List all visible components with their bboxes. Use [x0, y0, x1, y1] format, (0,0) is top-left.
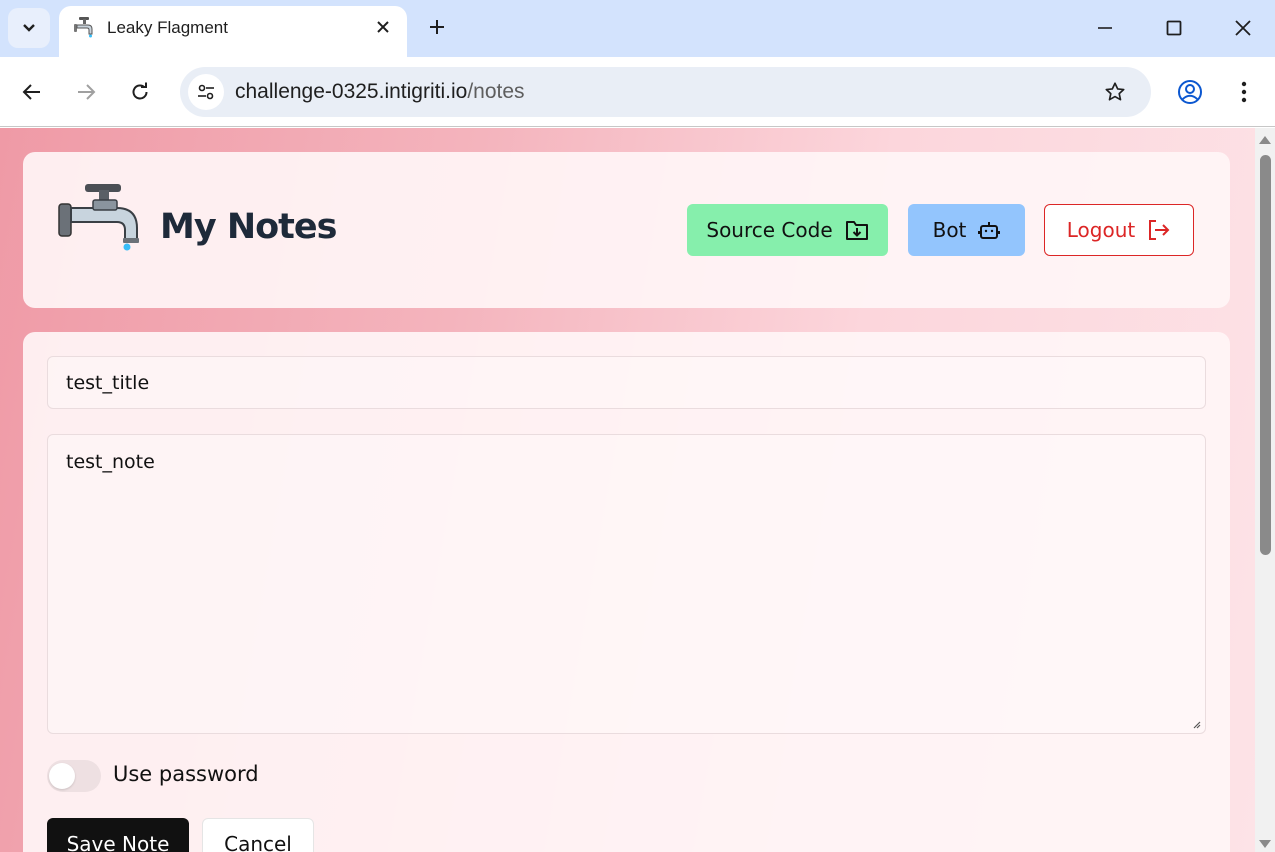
- use-password-toggle[interactable]: [47, 760, 101, 792]
- logout-button[interactable]: Logout: [1044, 204, 1194, 256]
- forward-arrow-icon: [78, 84, 96, 100]
- page-title: My Notes: [160, 207, 337, 247]
- browser-tab[interactable]: Leaky Flagment: [59, 6, 407, 57]
- site-info-button[interactable]: [188, 74, 224, 110]
- logout-label: Logout: [1066, 218, 1136, 242]
- browser-menu-button[interactable]: [1230, 78, 1258, 106]
- source-code-label: Source Code: [706, 218, 833, 242]
- close-icon: [377, 21, 389, 33]
- use-password-label: Use password: [113, 762, 259, 786]
- note-content-textarea[interactable]: test_note: [47, 434, 1206, 734]
- browser-tab-bar: Leaky Flagment: [0, 0, 1275, 57]
- robot-icon: [978, 222, 1001, 239]
- header-card: My Notes Source Code Bot Logout: [23, 152, 1230, 308]
- tab-close-button[interactable]: [371, 15, 395, 39]
- browser-toolbar: challenge-0325.intigriti.io/notes: [0, 57, 1275, 127]
- back-arrow-icon: [22, 84, 40, 100]
- bookmark-button[interactable]: [1101, 78, 1129, 106]
- resize-handle-icon[interactable]: [1191, 719, 1201, 729]
- chevron-down-icon: [23, 24, 35, 32]
- maximize-button[interactable]: [1160, 14, 1188, 42]
- page-content: My Notes Source Code Bot Logout test_tit…: [0, 128, 1255, 852]
- bot-button[interactable]: Bot: [908, 204, 1025, 256]
- minimize-button[interactable]: [1091, 14, 1119, 42]
- plus-icon: [430, 20, 444, 34]
- folder-download-icon: [845, 221, 868, 240]
- kebab-menu-icon: [1241, 81, 1247, 103]
- tab-title: Leaky Flagment: [107, 18, 228, 37]
- toggle-knob: [49, 763, 75, 789]
- faucet-icon: [74, 17, 93, 38]
- profile-icon: [1178, 80, 1202, 104]
- forward-button[interactable]: [72, 78, 100, 106]
- star-icon: [1105, 82, 1125, 101]
- scroll-up-arrow[interactable]: [1259, 136, 1271, 144]
- window-close-icon: [1235, 20, 1251, 36]
- maximize-icon: [1166, 20, 1182, 36]
- bot-label: Bot: [932, 218, 967, 242]
- url-host: challenge-0325.intigriti.io: [235, 80, 468, 103]
- note-title-input[interactable]: test_title: [47, 356, 1206, 409]
- tab-search-button[interactable]: [8, 8, 50, 48]
- window-close-button[interactable]: [1229, 14, 1257, 42]
- cancel-button[interactable]: Cancel: [202, 818, 314, 852]
- scroll-thumb[interactable]: [1260, 155, 1271, 555]
- save-note-button[interactable]: Save Note: [47, 818, 189, 852]
- back-button[interactable]: [18, 78, 46, 106]
- minimize-icon: [1098, 27, 1112, 29]
- url-path: /notes: [467, 80, 525, 103]
- logout-icon: [1149, 220, 1170, 240]
- page-scrollbar[interactable]: [1255, 128, 1275, 852]
- site-settings-icon: [198, 84, 214, 100]
- faucet-icon: [58, 184, 139, 251]
- note-form-card: test_title test_note Use password Save N…: [23, 332, 1230, 852]
- address-bar[interactable]: challenge-0325.intigriti.io/notes: [180, 67, 1151, 117]
- profile-button[interactable]: [1176, 78, 1204, 106]
- reload-icon: [132, 82, 148, 100]
- note-content-text: test_note: [66, 451, 155, 473]
- source-code-button[interactable]: Source Code: [687, 204, 888, 256]
- new-tab-button[interactable]: [423, 13, 451, 41]
- url-text: challenge-0325.intigriti.io/notes: [235, 80, 525, 104]
- reload-button[interactable]: [126, 78, 154, 106]
- scroll-down-arrow[interactable]: [1259, 840, 1271, 848]
